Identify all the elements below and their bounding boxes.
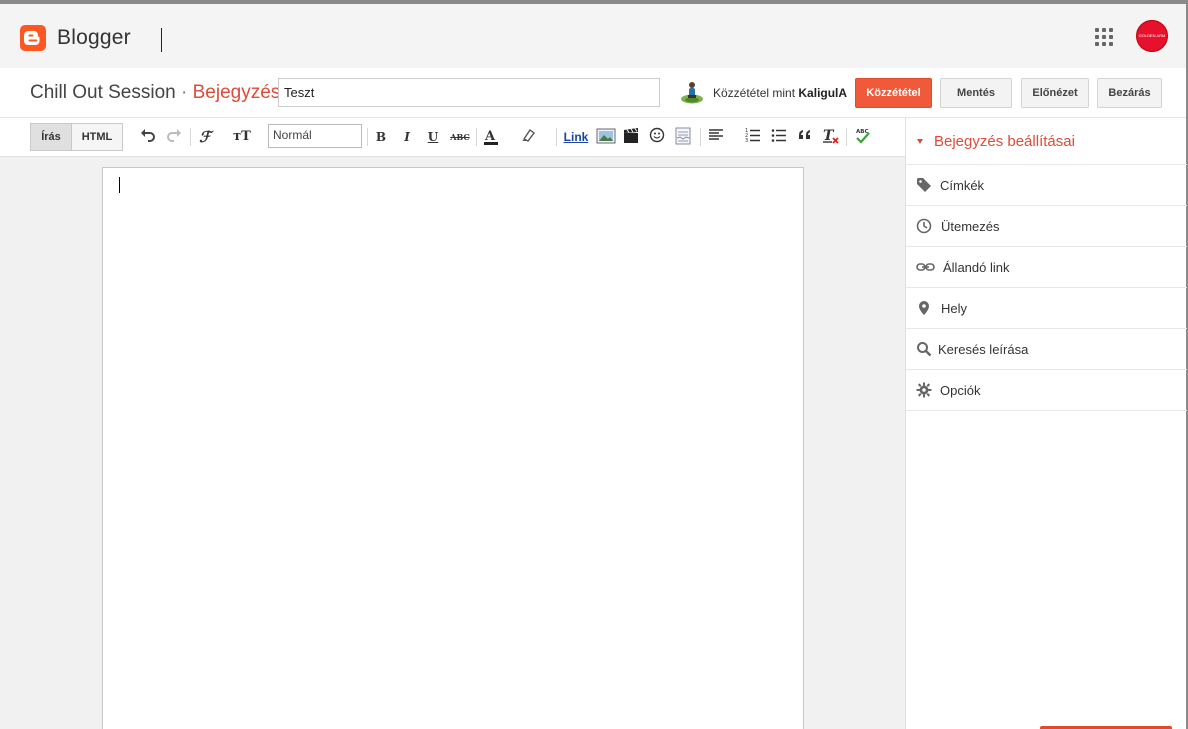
app-header: Blogger GOLDEN ARM [0,4,1186,68]
breadcrumb-section: Bejegyzés [192,82,281,103]
brand-name[interactable]: Blogger [57,26,131,50]
paragraph-format-value: Normál [273,128,312,142]
paragraph-format-select[interactable]: Normál [268,124,362,148]
quote-icon[interactable] [796,127,814,147]
publish-as-user[interactable]: KaligulA [798,86,847,100]
sidebar-item-labels[interactable]: Címkék [906,165,1187,206]
post-settings-title: Bejegyzés beállításai [934,133,1075,150]
location-pin-icon [916,300,932,316]
account-avatar-text: GOLDEN ARM [1138,33,1166,38]
toolbar-separator [556,128,557,146]
font-family-icon[interactable]: ℱ [197,127,213,147]
close-button[interactable]: Bezárás [1097,78,1162,108]
spellcheck-icon[interactable]: ABC [853,127,873,147]
publish-button[interactable]: Közzététel [855,78,932,108]
post-header: Chill Out Session · Bejegyzés Közzététel… [0,68,1186,118]
sidebar-item-search-description[interactable]: Keresés leírása [906,329,1187,370]
sidebar-item-permalink[interactable]: Állandó link [906,247,1187,288]
clock-icon [916,218,932,234]
sidebar-item-schedule[interactable]: Ütemezés [906,206,1187,247]
author-avatar-icon [680,80,704,104]
strikethrough-icon[interactable]: ABC [450,127,470,147]
bulleted-list-icon[interactable] [770,127,788,147]
sidebar-item-label: Hely [941,301,968,316]
toolbar-separator [846,128,847,146]
underline-icon[interactable]: U [426,127,440,147]
redo-icon[interactable] [165,127,183,147]
align-icon[interactable] [707,127,725,147]
blogger-logo-icon[interactable] [20,25,46,51]
font-size-icon[interactable]: тT [233,127,251,147]
remove-formatting-icon[interactable]: T [822,127,840,147]
text-cursor [119,177,120,193]
sidebar-item-label: Állandó link [943,260,1010,275]
window: Blogger GOLDEN ARM Chill Out Session · B… [0,0,1188,729]
text-color-icon[interactable]: A [483,127,499,147]
jump-break-icon[interactable] [674,127,692,147]
insert-video-icon[interactable] [622,127,640,147]
compose-mode-tab[interactable]: Írás [30,123,72,151]
tag-icon [916,177,932,193]
publish-as: Közzététel mint KaligulA [713,86,847,100]
toolbar-separator [476,128,477,146]
svg-text:A: A [484,129,496,144]
bold-icon[interactable]: B [374,127,388,147]
sidebar-item-label: Címkék [940,178,985,193]
sidebar-item-label: Ütemezés [941,219,1000,234]
sidebar-item-location[interactable]: Hely [906,288,1187,329]
search-icon [916,341,932,357]
emoji-icon[interactable] [648,127,666,147]
breadcrumb: Chill Out Session · Bejegyzés [30,82,280,104]
toolbar-separator [367,128,368,146]
post-title-input[interactable] [278,78,660,107]
sidebar-item-label: Keresés leírása [938,342,1029,357]
blog-name[interactable]: Chill Out Session [30,82,176,103]
link-icon [916,259,936,275]
account-avatar[interactable]: GOLDEN ARM [1136,20,1168,52]
numbered-list-icon[interactable]: 123 [744,127,762,147]
insert-image-icon[interactable] [596,127,616,147]
toolbar-separator [700,128,701,146]
publish-as-label: Közzététel mint [713,86,796,100]
sidebar-item-options[interactable]: Opciók [906,370,1187,411]
highlight-color-icon[interactable] [520,127,536,147]
undo-icon[interactable] [139,127,157,147]
apps-grid-icon[interactable] [1095,28,1113,46]
breadcrumb-separator: · [181,82,188,103]
editor-toolbar: Írás HTML ℱ тT Normál B I U ABC A Link 1… [0,118,905,257]
post-settings-header[interactable]: Bejegyzés beállításai [906,118,1187,165]
html-mode-tab[interactable]: HTML [71,123,123,151]
italic-icon[interactable]: I [400,127,414,147]
save-button[interactable]: Mentés [940,78,1012,108]
gear-icon [916,382,932,398]
header-divider [161,28,162,52]
post-settings-sidebar: Bejegyzés beállításai Címkék Ütemezés Ál… [905,118,1187,729]
chevron-down-icon [917,139,923,144]
link-button[interactable]: Link [562,127,590,147]
preview-button[interactable]: Előnézet [1021,78,1089,108]
sidebar-item-label: Opciók [940,383,981,398]
toolbar-separator [190,128,191,146]
post-body-editor[interactable] [102,167,804,729]
svg-text:3: 3 [745,138,748,143]
